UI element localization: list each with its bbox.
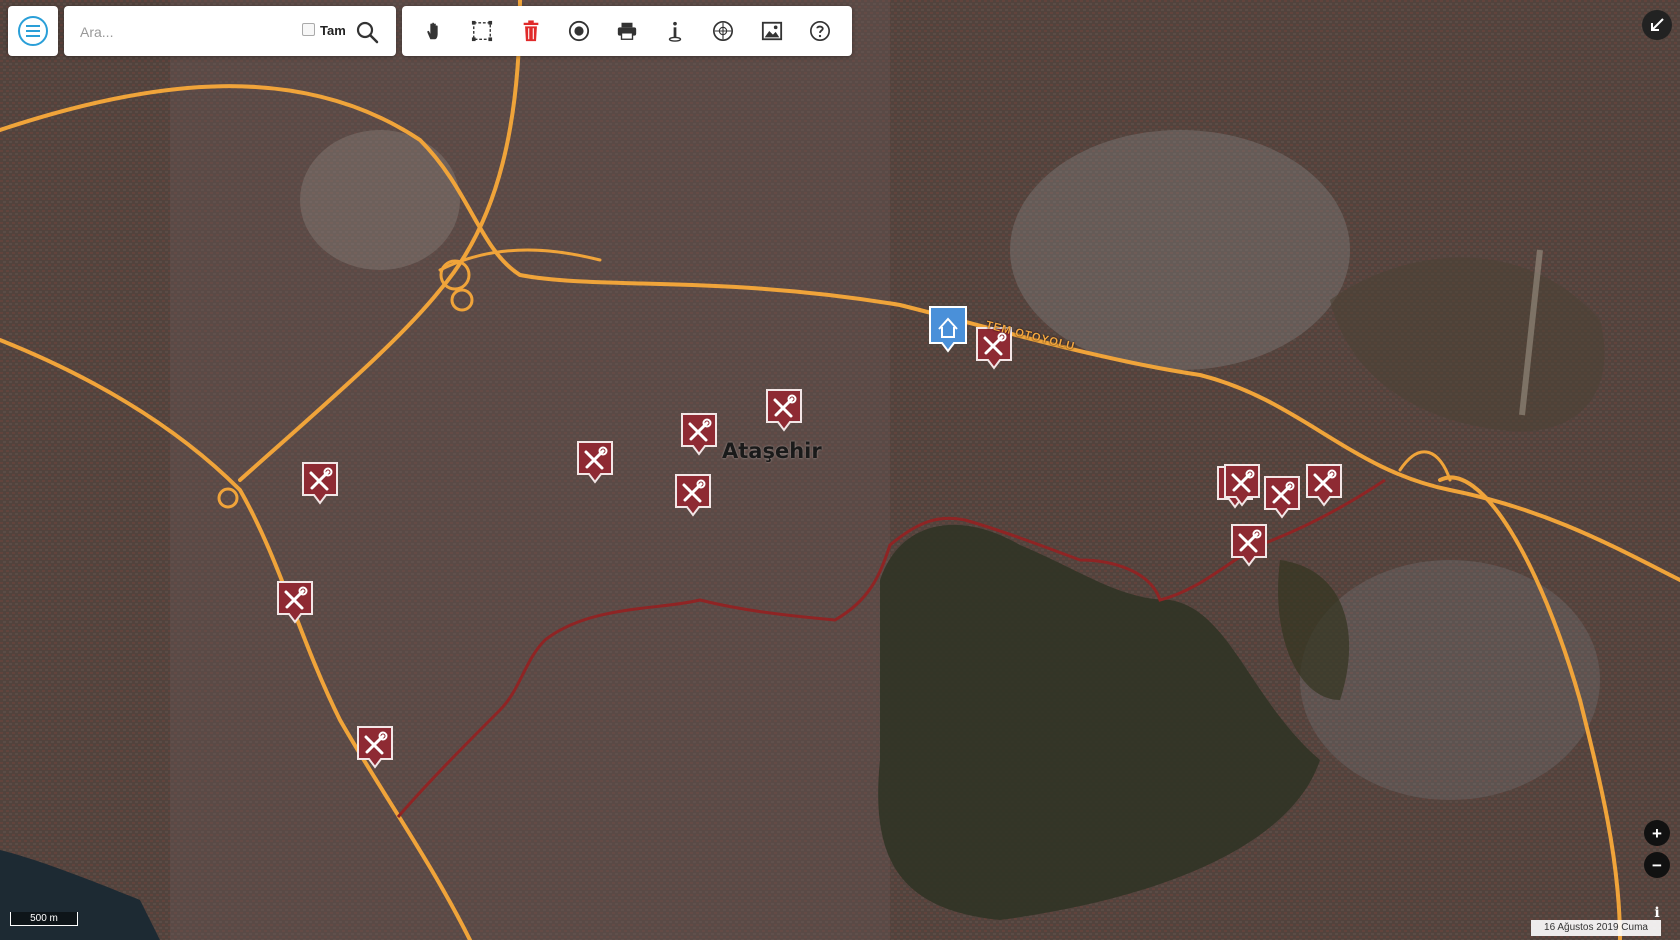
menu-button[interactable]: [18, 16, 48, 46]
menu-line-icon: [26, 35, 40, 37]
print-icon: [617, 22, 637, 40]
measure-icon: [713, 21, 734, 41]
menu-panel: [8, 6, 58, 56]
collapse-map-button[interactable]: [1642, 10, 1672, 40]
image-export-tool-button[interactable]: [758, 17, 786, 45]
menu-line-icon: [26, 30, 40, 32]
trash-icon: [523, 20, 538, 42]
imagery-tile-band: [170, 0, 890, 940]
search-icon[interactable]: [355, 20, 379, 44]
imagery-date: 16 Ağustos 2019 Cuma: [1531, 920, 1661, 936]
map-toolbar: [402, 6, 852, 56]
record-icon: [568, 20, 589, 42]
zoom-in-button[interactable]: +: [1644, 820, 1670, 846]
info-point-icon: [669, 21, 682, 42]
menu-line-icon: [26, 25, 40, 27]
scale-label: 500 m: [30, 913, 58, 924]
exact-match-checkbox[interactable]: [302, 23, 315, 36]
pan-hand-icon: [427, 22, 438, 40]
help-tool-button[interactable]: [806, 17, 834, 45]
satellite-map[interactable]: [0, 0, 1680, 940]
scale-bar: 500 m: [10, 912, 78, 926]
delete-tool-button[interactable]: [517, 17, 545, 45]
exact-match-label: Tam: [320, 23, 346, 38]
record-tool-button[interactable]: [565, 17, 593, 45]
help-icon: [809, 21, 830, 41]
image-export-icon: [761, 21, 782, 41]
district-label: Ataşehir: [722, 439, 822, 463]
info-point-tool-button[interactable]: [661, 17, 689, 45]
industrial-area: [1010, 130, 1350, 370]
search-input[interactable]: [78, 18, 282, 46]
select-area-icon: [472, 20, 493, 42]
zoom-out-button[interactable]: −: [1644, 852, 1670, 878]
search-panel: Tam: [64, 6, 396, 56]
pan-hand-tool-button[interactable]: [420, 17, 448, 45]
select-area-tool-button[interactable]: [468, 17, 496, 45]
measure-tool-button[interactable]: [709, 17, 737, 45]
print-tool-button[interactable]: [613, 17, 641, 45]
arrow-down-left-icon: [1651, 18, 1664, 31]
